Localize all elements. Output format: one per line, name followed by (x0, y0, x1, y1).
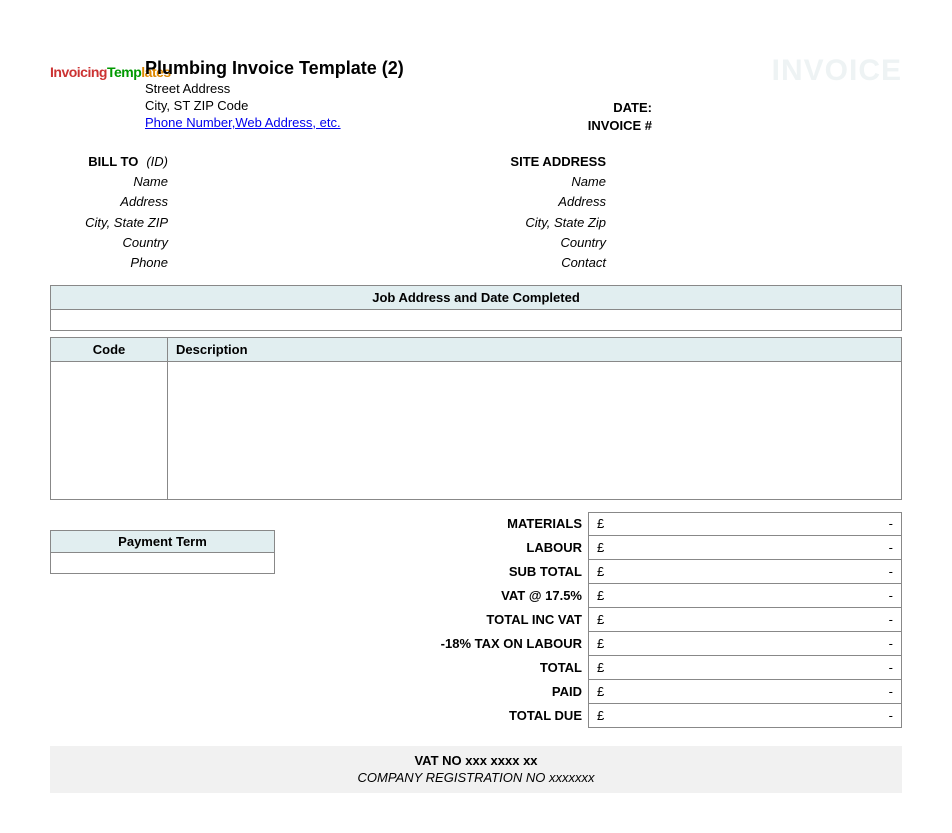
bill-to-title: BILL TO (88, 154, 138, 169)
payment-term-value[interactable] (50, 553, 275, 574)
logo: InvoicingTemplates (50, 58, 145, 80)
totals-value-labour[interactable]: £- (588, 535, 902, 560)
company-registration: COMPANY REGISTRATION NO xxxxxxx (50, 769, 902, 787)
vat-number: VAT NO xxx xxxx xx (414, 753, 537, 768)
bill-to-id: (ID) (146, 154, 168, 169)
job-section-header: Job Address and Date Completed (50, 285, 902, 310)
totals-row-paid: PAID £- (400, 680, 902, 704)
totals-label: PAID (400, 680, 588, 704)
company-name: Plumbing Invoice Template (2) (145, 58, 532, 79)
totals-row-vat: VAT @ 17.5% £- (400, 584, 902, 608)
bill-to-city: City, State ZIP (50, 213, 168, 233)
totals-block: MATERIALS £- LABOUR £- SUB TOTAL £- VAT … (400, 512, 902, 728)
totals-row-tax-on-labour: -18% TAX ON LABOUR £- (400, 632, 902, 656)
totals-label: TOTAL INC VAT (400, 608, 588, 632)
company-street: Street Address (145, 81, 532, 98)
bill-to-address: Address (50, 192, 168, 212)
totals-label: SUB TOTAL (400, 560, 588, 584)
bill-to-phone: Phone (50, 253, 168, 273)
cell-description[interactable] (168, 361, 902, 499)
company-link[interactable]: Phone Number,Web Address, etc. (145, 115, 341, 130)
footer: VAT NO xxx xxxx xx COMPANY REGISTRATION … (50, 746, 902, 793)
site-country: Country (488, 233, 606, 253)
payment-term-box: Payment Term (50, 530, 275, 574)
items-table: Code Description (50, 337, 902, 500)
col-code-header: Code (51, 337, 168, 361)
site-name: Name (488, 172, 606, 192)
totals-row-total-due: TOTAL DUE £- (400, 704, 902, 728)
bill-to-block: BILL TO (ID) Name Address City, State ZIP… (50, 152, 168, 273)
totals-row-total: TOTAL £- (400, 656, 902, 680)
payment-term-header: Payment Term (50, 530, 275, 553)
totals-value-vat[interactable]: £- (588, 583, 902, 608)
totals-label: MATERIALS (400, 512, 588, 536)
date-label: DATE: (532, 99, 652, 117)
site-address: Address (488, 192, 606, 212)
site-contact: Contact (488, 253, 606, 273)
totals-label: LABOUR (400, 536, 588, 560)
totals-value-paid[interactable]: £- (588, 679, 902, 704)
totals-label: VAT @ 17.5% (400, 584, 588, 608)
totals-row-materials: MATERIALS £- (400, 512, 902, 536)
site-address-block: SITE ADDRESS Name Address City, State Zi… (488, 152, 606, 273)
totals-value-subtotal[interactable]: £- (588, 559, 902, 584)
totals-label: -18% TAX ON LABOUR (400, 632, 588, 656)
totals-row-subtotal: SUB TOTAL £- (400, 560, 902, 584)
totals-value-total[interactable]: £- (588, 655, 902, 680)
cell-code[interactable] (51, 361, 168, 499)
totals-row-total-inc-vat: TOTAL INC VAT £- (400, 608, 902, 632)
invoice-watermark: INVOICE (772, 54, 902, 88)
totals-value-tax-on-labour[interactable]: £- (588, 631, 902, 656)
totals-value-total-due[interactable]: £- (588, 703, 902, 728)
table-row[interactable] (51, 361, 902, 499)
totals-value-total-inc-vat[interactable]: £- (588, 607, 902, 632)
totals-row-labour: LABOUR £- (400, 536, 902, 560)
bill-to-name: Name (50, 172, 168, 192)
site-title: SITE ADDRESS (488, 152, 606, 172)
job-section-body[interactable] (50, 310, 902, 331)
invoice-number-label: INVOICE # (532, 117, 652, 135)
bill-to-country: Country (50, 233, 168, 253)
col-description-header: Description (168, 337, 902, 361)
totals-value-materials[interactable]: £- (588, 512, 902, 536)
totals-label: TOTAL (400, 656, 588, 680)
totals-label: TOTAL DUE (400, 704, 588, 728)
company-city: City, ST ZIP Code (145, 98, 532, 115)
site-city: City, State Zip (488, 213, 606, 233)
